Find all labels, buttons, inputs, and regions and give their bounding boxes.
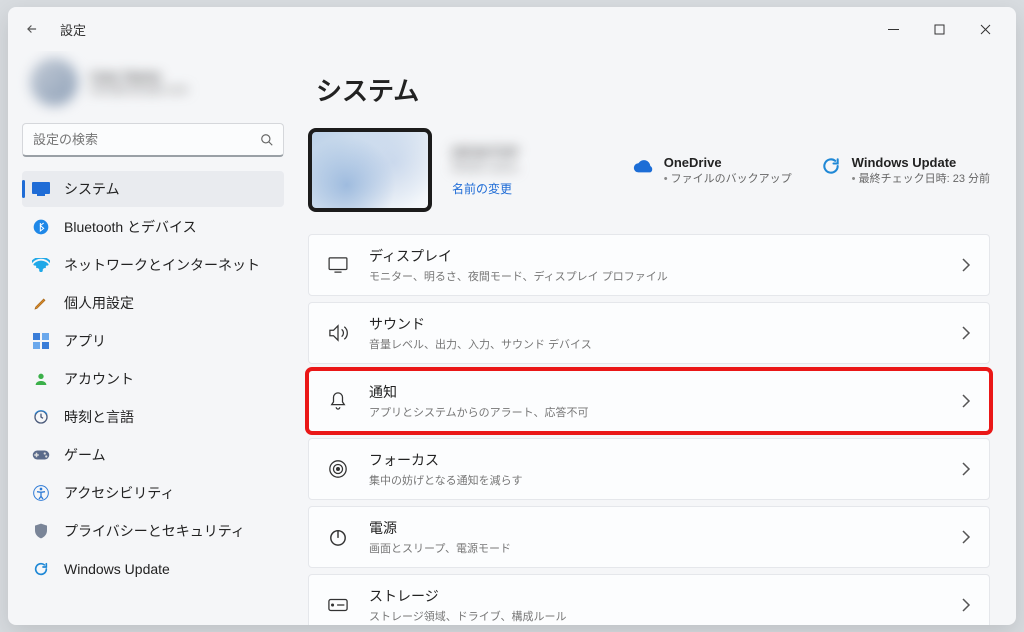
device-info: DESKTOP Model name 名前の変更 bbox=[452, 144, 519, 197]
system-icon bbox=[32, 180, 50, 198]
back-button[interactable] bbox=[16, 13, 48, 45]
sidebar-item-personalization[interactable]: 個人用設定 bbox=[22, 285, 284, 321]
sidebar-item-label: ネットワークとインターネット bbox=[64, 255, 260, 275]
paintbrush-icon bbox=[32, 294, 50, 312]
sidebar-item-privacy[interactable]: プライバシーとセキュリティ bbox=[22, 513, 284, 549]
card-display[interactable]: ディスプレイ モニター、明るさ、夜間モード、ディスプレイ プロファイル bbox=[308, 234, 990, 296]
settings-card-list: ディスプレイ モニター、明るさ、夜間モード、ディスプレイ プロファイル サウンド… bbox=[308, 234, 990, 625]
window-controls bbox=[870, 13, 1008, 45]
accounts-icon bbox=[32, 370, 50, 388]
card-desc: 画面とスリープ、電源モード bbox=[369, 540, 511, 556]
profile-text: User Name user@example.com bbox=[90, 68, 188, 96]
sound-icon bbox=[327, 322, 349, 344]
rename-link[interactable]: 名前の変更 bbox=[452, 180, 519, 197]
card-title: サウンド bbox=[369, 314, 592, 334]
bell-icon bbox=[327, 390, 349, 412]
card-focus[interactable]: フォーカス 集中の妨げとなる通知を減らす bbox=[308, 438, 990, 500]
card-desc: 集中の妨げとなる通知を減らす bbox=[369, 472, 522, 488]
sidebar-item-label: 時刻と言語 bbox=[64, 407, 134, 427]
update-sub: 最終チェック日時: 23 分前 bbox=[852, 170, 990, 186]
content-area: システム DESKTOP Model name 名前の変更 OneDrive フ… bbox=[298, 51, 1016, 625]
apps-icon bbox=[32, 332, 50, 350]
sidebar-item-network[interactable]: ネットワークとインターネット bbox=[22, 247, 284, 283]
sidebar: User Name user@example.com システム Bluetoot… bbox=[8, 51, 298, 625]
display-icon bbox=[327, 254, 349, 276]
card-title: ストレージ bbox=[369, 586, 566, 606]
nav-list: システム Bluetooth とデバイス ネットワークとインターネット 個人用設… bbox=[22, 171, 284, 587]
sidebar-item-label: システム bbox=[64, 179, 120, 199]
chevron-right-icon bbox=[961, 462, 971, 476]
card-desc: ストレージ領域、ドライブ、構成ルール bbox=[369, 608, 566, 624]
wifi-icon bbox=[32, 256, 50, 274]
hero-row: DESKTOP Model name 名前の変更 OneDrive ファイルのバ… bbox=[308, 128, 990, 212]
sidebar-item-system[interactable]: システム bbox=[22, 171, 284, 207]
sidebar-item-accessibility[interactable]: アクセシビリティ bbox=[22, 475, 284, 511]
device-name: DESKTOP bbox=[452, 144, 519, 160]
onedrive-sub: ファイルのバックアップ bbox=[664, 170, 792, 186]
sidebar-item-label: Windows Update bbox=[64, 561, 170, 577]
sidebar-item-label: アクセシビリティ bbox=[64, 483, 174, 503]
window-title: 設定 bbox=[60, 20, 86, 39]
profile-block[interactable]: User Name user@example.com bbox=[22, 51, 284, 113]
main-layout: User Name user@example.com システム Bluetoot… bbox=[8, 51, 1016, 625]
card-power[interactable]: 電源 画面とスリープ、電源モード bbox=[308, 506, 990, 568]
cloud-icon bbox=[632, 155, 654, 177]
sidebar-item-label: ゲーム bbox=[64, 445, 106, 465]
chevron-right-icon bbox=[961, 598, 971, 612]
onedrive-card[interactable]: OneDrive ファイルのバックアップ bbox=[632, 155, 792, 186]
maximize-button[interactable] bbox=[916, 13, 962, 45]
sidebar-item-label: アカウント bbox=[64, 369, 134, 389]
avatar bbox=[30, 58, 78, 106]
sidebar-item-label: Bluetooth とデバイス bbox=[64, 217, 197, 237]
update-title: Windows Update bbox=[852, 155, 990, 170]
card-title: フォーカス bbox=[369, 450, 522, 470]
sidebar-item-gaming[interactable]: ゲーム bbox=[22, 437, 284, 473]
card-desc: モニター、明るさ、夜間モード、ディスプレイ プロファイル bbox=[369, 268, 668, 284]
accessibility-icon bbox=[32, 484, 50, 502]
chevron-right-icon bbox=[961, 326, 971, 340]
card-title: 電源 bbox=[369, 518, 511, 538]
card-storage[interactable]: ストレージ ストレージ領域、ドライブ、構成ルール bbox=[308, 574, 990, 625]
search-container bbox=[22, 123, 284, 157]
settings-window: 設定 User Name user@example.com bbox=[8, 7, 1016, 625]
focus-icon bbox=[327, 458, 349, 480]
device-model: Model name bbox=[452, 160, 519, 174]
titlebar: 設定 bbox=[8, 7, 1016, 51]
card-sound[interactable]: サウンド 音量レベル、出力、入力、サウンド デバイス bbox=[308, 302, 990, 364]
sidebar-item-update[interactable]: Windows Update bbox=[22, 551, 284, 587]
update-icon bbox=[32, 560, 50, 578]
bluetooth-icon bbox=[32, 218, 50, 236]
chevron-right-icon bbox=[961, 258, 971, 272]
search-icon bbox=[260, 133, 274, 147]
hero-right-cards: OneDrive ファイルのバックアップ Windows Update 最終チェ… bbox=[632, 155, 990, 186]
chevron-right-icon bbox=[961, 394, 971, 408]
close-button[interactable] bbox=[962, 13, 1008, 45]
sidebar-item-apps[interactable]: アプリ bbox=[22, 323, 284, 359]
gaming-icon bbox=[32, 446, 50, 464]
card-title: ディスプレイ bbox=[369, 246, 668, 266]
page-title: システム bbox=[316, 71, 990, 108]
search-input[interactable] bbox=[22, 123, 284, 157]
update-icon bbox=[820, 155, 842, 177]
onedrive-title: OneDrive bbox=[664, 155, 792, 170]
card-desc: 音量レベル、出力、入力、サウンド デバイス bbox=[369, 336, 592, 352]
minimize-button[interactable] bbox=[870, 13, 916, 45]
sidebar-item-label: 個人用設定 bbox=[64, 293, 134, 313]
power-icon bbox=[327, 526, 349, 548]
card-title: 通知 bbox=[369, 382, 588, 402]
shield-icon bbox=[32, 522, 50, 540]
device-thumbnail[interactable] bbox=[308, 128, 432, 212]
card-notifications[interactable]: 通知 アプリとシステムからのアラート、応答不可 bbox=[308, 370, 990, 432]
update-card[interactable]: Windows Update 最終チェック日時: 23 分前 bbox=[820, 155, 990, 186]
chevron-right-icon bbox=[961, 530, 971, 544]
clock-icon bbox=[32, 408, 50, 426]
sidebar-item-time-language[interactable]: 時刻と言語 bbox=[22, 399, 284, 435]
sidebar-item-label: アプリ bbox=[64, 331, 106, 351]
card-desc: アプリとシステムからのアラート、応答不可 bbox=[369, 404, 588, 420]
sidebar-item-accounts[interactable]: アカウント bbox=[22, 361, 284, 397]
storage-icon bbox=[327, 594, 349, 616]
sidebar-item-label: プライバシーとセキュリティ bbox=[64, 521, 245, 541]
sidebar-item-bluetooth[interactable]: Bluetooth とデバイス bbox=[22, 209, 284, 245]
